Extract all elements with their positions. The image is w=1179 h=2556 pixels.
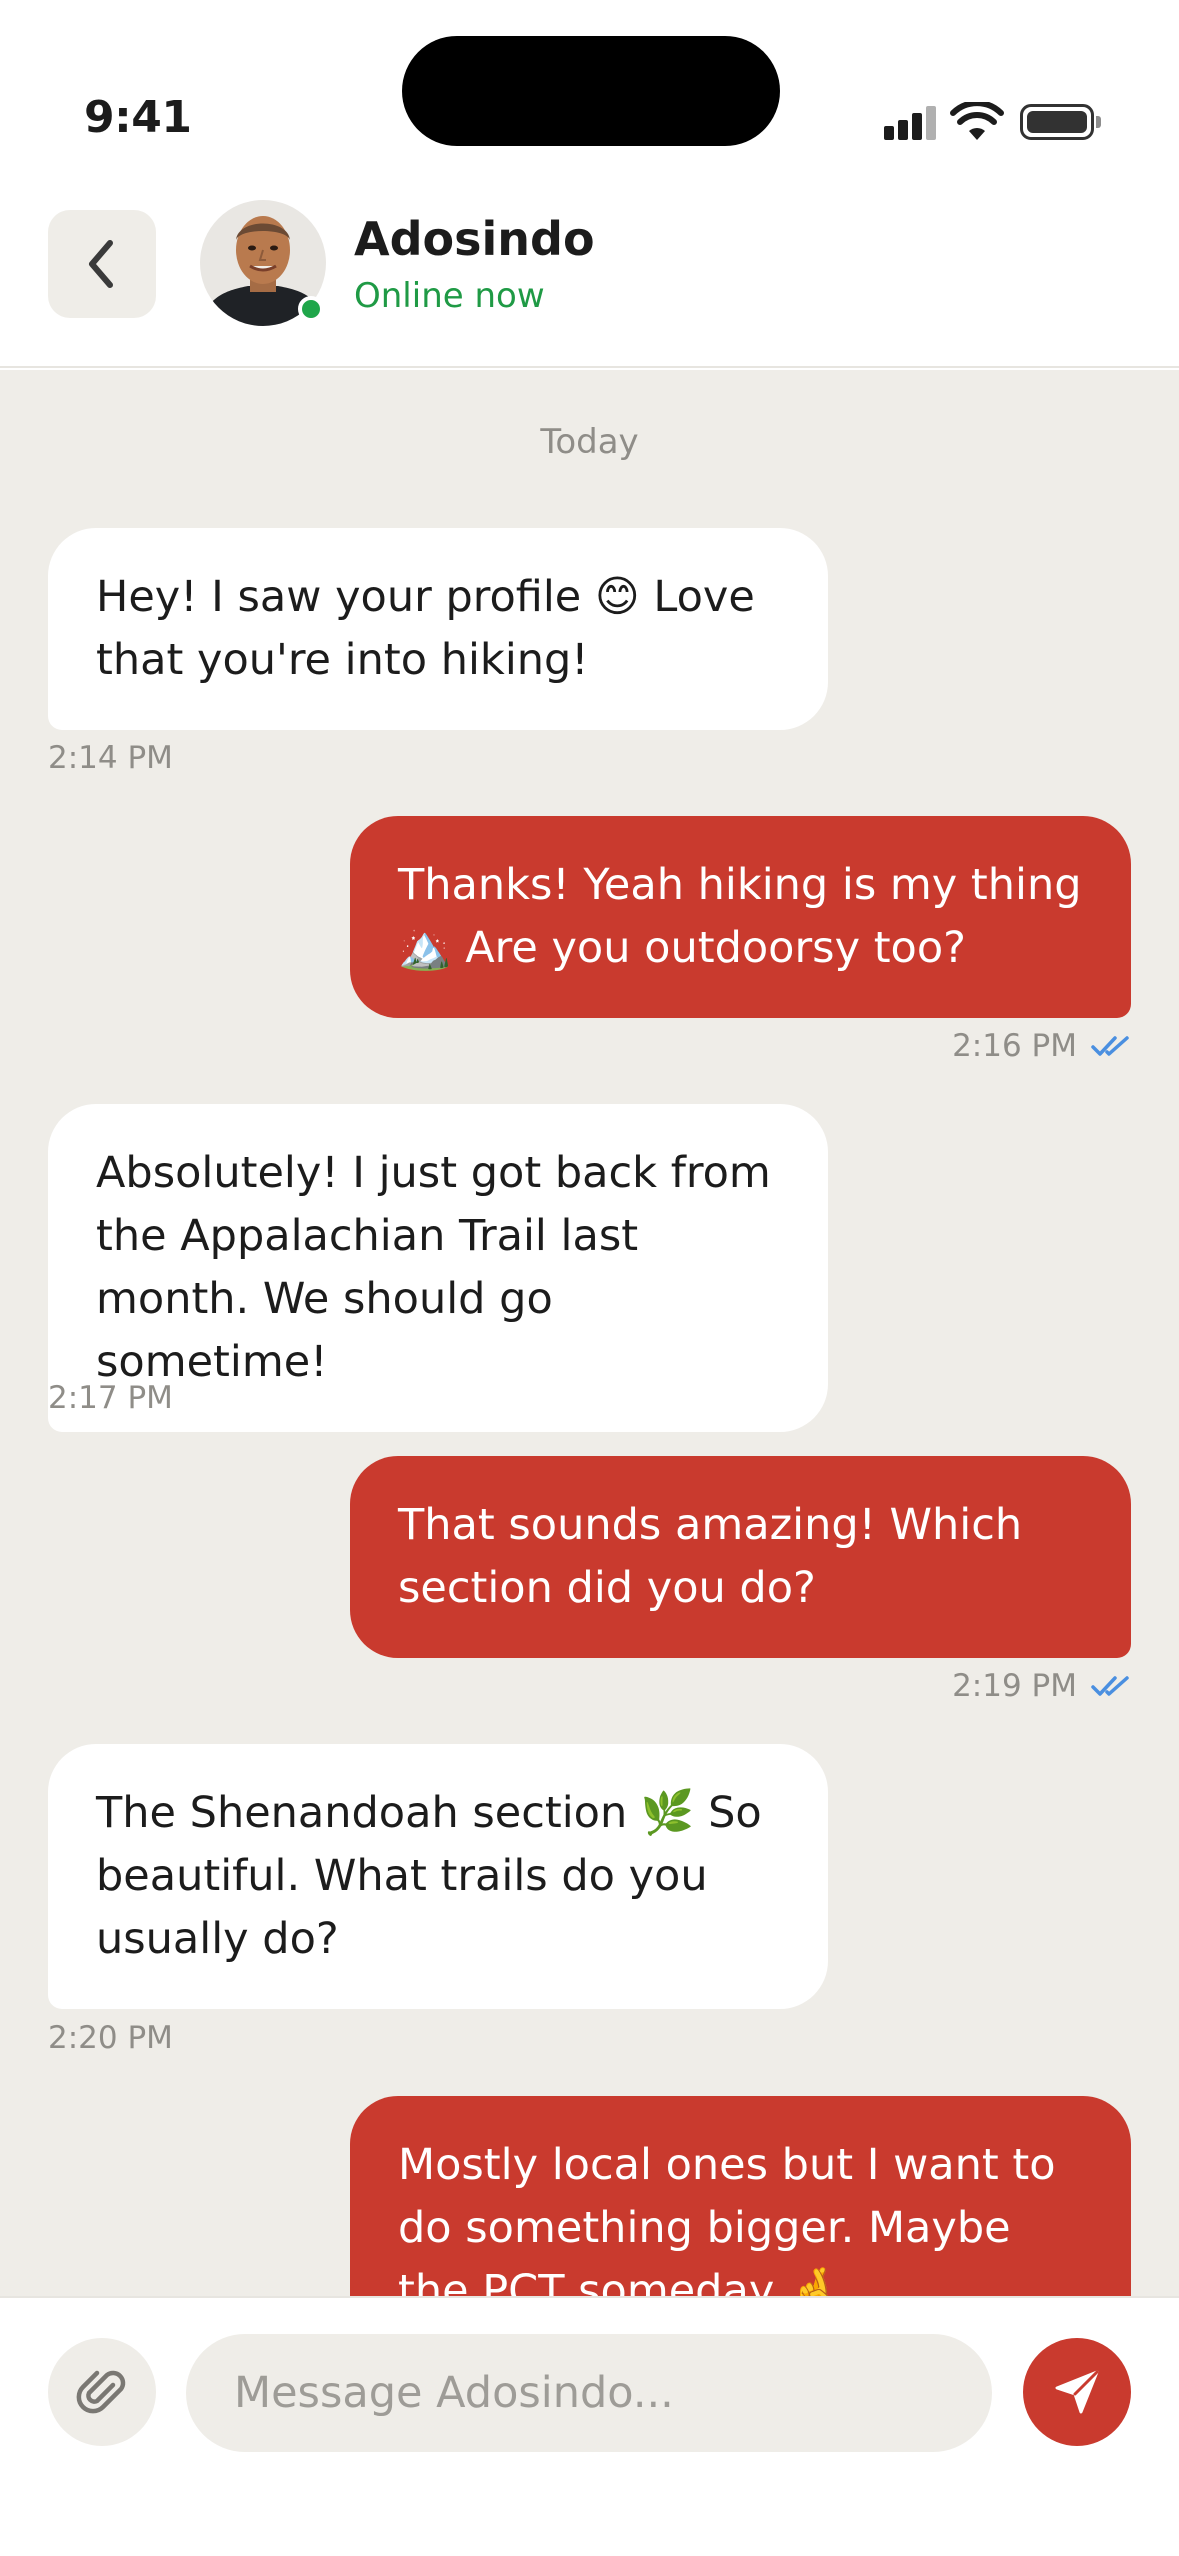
cellular-signal-icon: [884, 106, 936, 140]
message-text: That sounds amazing! Which section did y…: [398, 1500, 1023, 1613]
message-timestamp: 2:14 PM: [48, 740, 173, 776]
message-text: Thanks! Yeah hiking is my thing 🏔️ Are y…: [398, 860, 1082, 973]
chevron-left-icon: [89, 240, 113, 288]
battery-cap: [1096, 116, 1101, 128]
message-timestamp: 2:19 PM: [952, 1668, 1077, 1704]
incoming-message-bubble[interactable]: Hey! I saw your profile 😊 Love that you'…: [48, 528, 828, 730]
contact-status: Online now: [354, 276, 545, 316]
send-icon: [1055, 2370, 1099, 2414]
message-meta: 2:19 PM: [952, 1668, 1131, 1704]
back-button[interactable]: [48, 210, 156, 318]
outgoing-message-bubble[interactable]: Thanks! Yeah hiking is my thing 🏔️ Are y…: [350, 816, 1131, 1018]
dynamic-island: [402, 36, 780, 146]
send-button[interactable]: [1023, 2338, 1131, 2446]
message-text: Hey! I saw your profile 😊 Love that you'…: [96, 572, 755, 685]
message-composer: [0, 2296, 1179, 2556]
message-text: Mostly local ones but I want to do somet…: [398, 2140, 1056, 2296]
message-meta: 2:16 PM: [952, 1028, 1131, 1064]
message-input[interactable]: [186, 2334, 992, 2452]
outgoing-message-bubble[interactable]: That sounds amazing! Which section did y…: [350, 1456, 1131, 1658]
double-check-icon: [1091, 1036, 1129, 1056]
status-time: 9:41: [84, 92, 192, 143]
status-bar: 9:41: [0, 0, 1179, 180]
paperclip-icon: [76, 2370, 126, 2414]
day-separator: Today: [540, 422, 639, 462]
double-check-icon: [1091, 1676, 1129, 1696]
message-text: Absolutely! I just got back from the App…: [96, 1148, 771, 1387]
chat-header: Adosindo Online now: [0, 180, 1179, 368]
contact-avatar[interactable]: [200, 200, 326, 326]
message-timestamp: 2:20 PM: [48, 2020, 173, 2056]
message-timestamp: 2:17 PM: [48, 1380, 173, 1416]
incoming-message-bubble[interactable]: The Shenandoah section 🌿 So beautiful. W…: [48, 1744, 828, 2009]
battery-icon: [1020, 104, 1094, 140]
message-text: The Shenandoah section 🌿 So beautiful. W…: [96, 1788, 762, 1964]
message-list[interactable]: Today Hey! I saw your profile 😊 Love tha…: [0, 370, 1179, 2296]
attach-button[interactable]: [48, 2338, 156, 2446]
contact-name[interactable]: Adosindo: [354, 212, 595, 266]
message-timestamp: 2:16 PM: [952, 1028, 1077, 1064]
wifi-icon: [950, 102, 1004, 140]
outgoing-message-bubble[interactable]: Mostly local ones but I want to do somet…: [350, 2096, 1131, 2296]
online-status-dot: [298, 296, 324, 322]
